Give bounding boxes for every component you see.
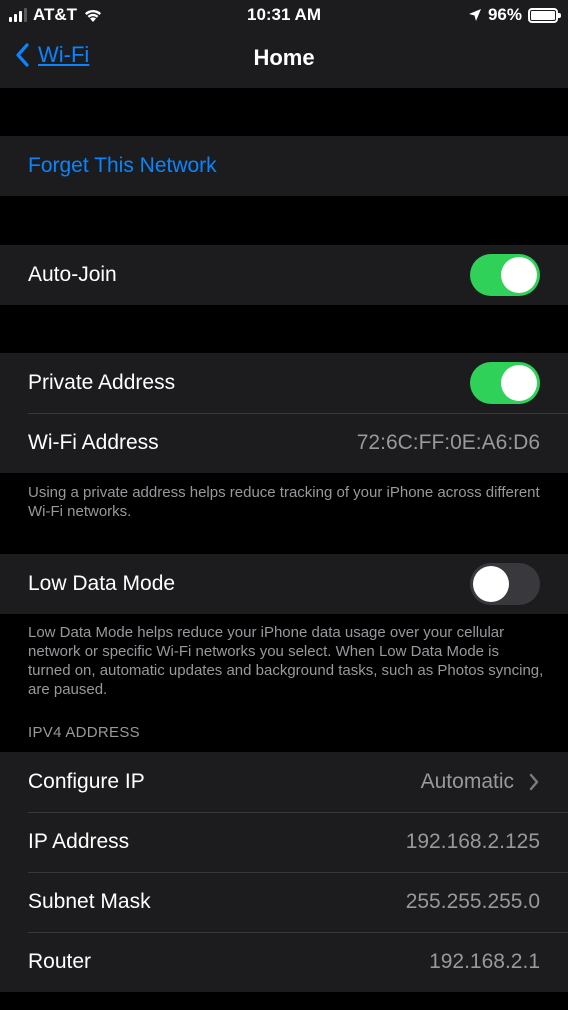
- private-address-footnote: Using a private address helps reduce tra…: [28, 484, 540, 520]
- forget-group: Forget This Network: [0, 136, 568, 196]
- status-right: 96%: [468, 5, 561, 25]
- ipv4-group: Configure IP Automatic IP Address 192.16…: [0, 752, 568, 992]
- auto-join-group: Auto-Join: [0, 245, 568, 305]
- subnet-mask-row: Subnet Mask 255.255.255.0: [0, 872, 568, 932]
- status-bar: AT&T 10:31 AM 96%: [0, 0, 568, 30]
- auto-join-toggle[interactable]: [470, 254, 540, 296]
- chevron-right-icon: [529, 773, 539, 791]
- ipv4-section-header: IPV4 ADDRESS: [28, 724, 140, 741]
- wifi-address-value: 72:6C:FF:0E:A6:D6: [356, 431, 540, 454]
- private-address-group: Private Address Wi-Fi Address 72:6C:FF:0…: [0, 353, 568, 473]
- private-address-label: Private Address: [28, 371, 176, 394]
- subnet-mask-value: 255.255.255.0: [405, 890, 540, 913]
- battery-percent: 96%: [487, 5, 522, 24]
- private-address-toggle[interactable]: [470, 362, 540, 404]
- configure-ip-value: Automatic: [420, 770, 514, 793]
- configure-ip-label: Configure IP: [28, 770, 145, 793]
- forget-network-label: Forget This Network: [28, 154, 217, 177]
- low-data-toggle[interactable]: [470, 563, 540, 605]
- battery-icon: [528, 7, 561, 23]
- navigation-bar: Wi-Fi Home: [0, 30, 568, 88]
- router-row: Router 192.168.2.1: [0, 932, 568, 992]
- forget-network-button[interactable]: Forget This Network: [0, 136, 568, 196]
- auto-join-row: Auto-Join: [0, 245, 568, 305]
- low-data-group: Low Data Mode: [0, 554, 568, 614]
- private-address-row: Private Address: [0, 353, 568, 413]
- location-icon: [468, 9, 481, 21]
- low-data-label: Low Data Mode: [28, 572, 176, 595]
- ip-address-value: 192.168.2.125: [405, 830, 540, 853]
- page-title: Home: [253, 45, 315, 70]
- router-label: Router: [28, 950, 92, 973]
- auto-join-label: Auto-Join: [28, 263, 117, 286]
- wifi-network-detail-screen: AT&T 10:31 AM 96% Wi-Fi Home Forget This…: [0, 0, 568, 1010]
- configure-ip-row[interactable]: Configure IP Automatic: [0, 752, 568, 812]
- subnet-mask-label: Subnet Mask: [28, 890, 151, 913]
- low-data-row: Low Data Mode: [0, 554, 568, 614]
- router-value: 192.168.2.1: [429, 950, 540, 973]
- low-data-footnote: Low Data Mode helps reduce your iPhone d…: [28, 624, 544, 698]
- wifi-address-row: Wi-Fi Address 72:6C:FF:0E:A6:D6: [0, 413, 568, 473]
- ip-address-row: IP Address 192.168.2.125: [0, 812, 568, 872]
- ip-address-label: IP Address: [28, 830, 130, 853]
- wifi-address-label: Wi-Fi Address: [28, 431, 159, 454]
